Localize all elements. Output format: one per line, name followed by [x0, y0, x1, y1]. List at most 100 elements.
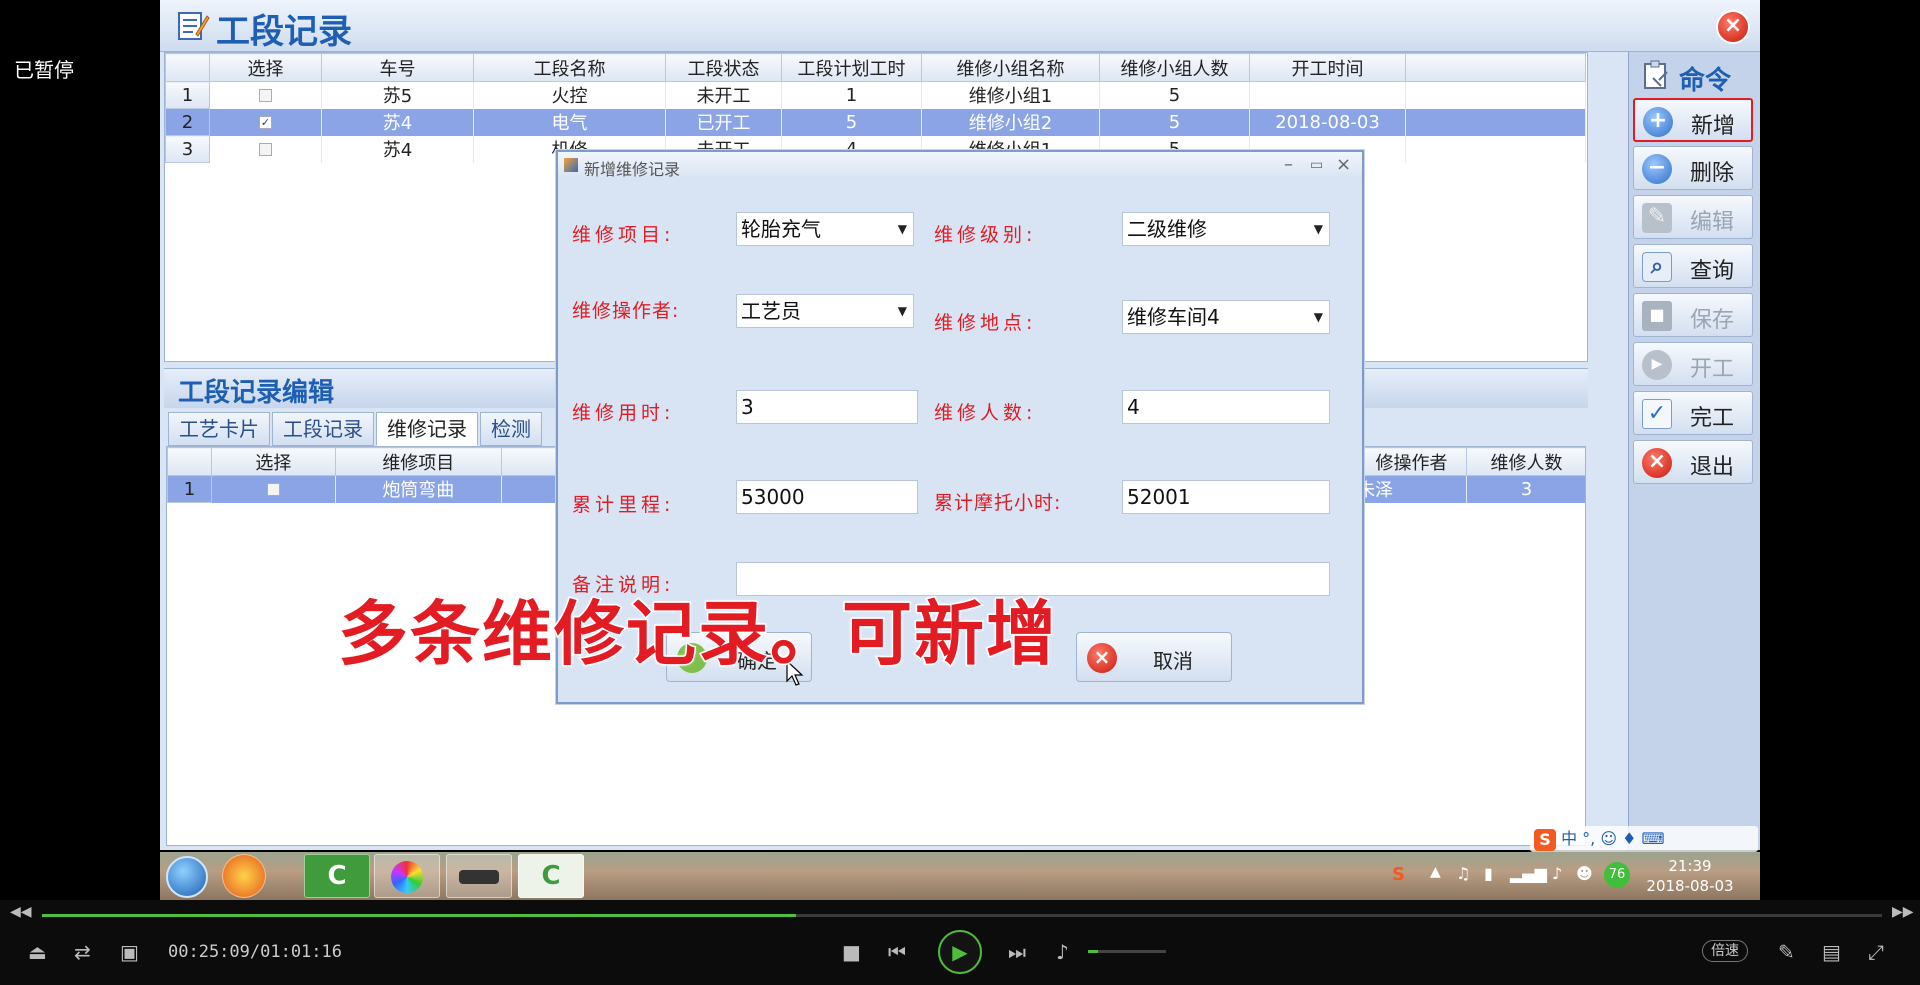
- clipboard-icon: [1644, 60, 1668, 89]
- exit-button[interactable]: × 退出: [1633, 440, 1753, 484]
- fullscreen-icon[interactable]: ⤢: [1868, 940, 1884, 964]
- color-wheel-taskbar-icon[interactable]: [374, 854, 440, 898]
- row-checkbox[interactable]: [259, 143, 272, 156]
- column-header[interactable]: 工段计划工时: [781, 53, 922, 82]
- repair-level-value: 二级维修: [1127, 217, 1207, 241]
- tray-expand-icon[interactable]: ▲: [1430, 864, 1441, 880]
- row-checkbox-cell[interactable]: [209, 81, 322, 109]
- command-panel: 命令 + 新增 − 删除 ✎ 编辑 ⌕ 查询 ■ 保存 ▶ 开工 ✓ 完工 × …: [1628, 52, 1760, 850]
- repair-level-select[interactable]: 二级维修 ▼: [1122, 212, 1330, 246]
- sogou-tray-icon[interactable]: S: [1392, 864, 1405, 885]
- row-checkbox-cell[interactable]: [211, 475, 336, 503]
- security-badge[interactable]: 76: [1604, 862, 1630, 888]
- tab-process-card[interactable]: 工艺卡片: [168, 412, 270, 446]
- camtasia-taskbar-icon[interactable]: C: [304, 854, 370, 898]
- volume-icon[interactable]: ♪: [1056, 940, 1069, 964]
- fast-forward-icon[interactable]: ▶▶: [1892, 904, 1914, 920]
- subtitle-icon[interactable]: ▣: [120, 940, 139, 964]
- play-icon[interactable]: ▶: [938, 930, 982, 974]
- dialog-title: 新增维修记录: [584, 160, 681, 179]
- chevron-down-icon[interactable]: ▼: [898, 295, 907, 327]
- row-checkbox[interactable]: [259, 89, 272, 103]
- app-taskbar-icon[interactable]: [222, 854, 266, 898]
- duration-input[interactable]: 3: [736, 390, 918, 424]
- location-select[interactable]: 维修车间4 ▼: [1122, 300, 1330, 334]
- column-header-people[interactable]: 维修人数: [1466, 447, 1585, 476]
- mileage-input[interactable]: 53000: [736, 480, 918, 514]
- column-header[interactable]: 维修小组名称: [921, 53, 1100, 82]
- sogou-icon[interactable]: S: [1534, 828, 1556, 851]
- row-number: 1: [165, 81, 210, 109]
- add-button[interactable]: + 新增: [1633, 98, 1753, 142]
- tab-repair-record[interactable]: 维修记录: [376, 412, 478, 446]
- toolbox-icon[interactable]: ▤: [1822, 940, 1841, 964]
- operator-select[interactable]: 工艺员 ▼: [736, 294, 914, 328]
- people-count-input[interactable]: 4: [1122, 390, 1330, 424]
- notification-icon[interactable]: ♫: [1456, 864, 1470, 883]
- chevron-down-icon[interactable]: ▼: [898, 213, 907, 245]
- next-icon[interactable]: ⏭: [1008, 940, 1026, 964]
- edit-section-title: 工段记录编辑: [178, 378, 335, 408]
- previous-icon[interactable]: ⏮: [888, 940, 906, 964]
- minimize-icon[interactable]: –: [1284, 154, 1293, 175]
- cancel-button[interactable]: × 取消: [1076, 632, 1232, 682]
- column-header[interactable]: 选择: [209, 53, 322, 82]
- search-button[interactable]: ⌕ 查询: [1633, 244, 1753, 288]
- plus-icon: +: [1643, 107, 1673, 137]
- brush-icon[interactable]: ✎: [1778, 940, 1795, 964]
- rewind-icon[interactable]: ◀◀: [10, 904, 32, 920]
- ime-toolbar[interactable]: S 中 °, ☺ ♦ ⌨: [1530, 826, 1758, 852]
- complete-button[interactable]: ✓ 完工: [1633, 391, 1753, 435]
- dialog-close-icon[interactable]: ×: [1336, 154, 1351, 175]
- maximize-icon[interactable]: ▭: [1310, 157, 1323, 173]
- column-header[interactable]: 维修小组人数: [1099, 53, 1250, 82]
- camtasia-recorder-taskbar-icon[interactable]: C: [518, 854, 584, 898]
- chevron-down-icon[interactable]: ▼: [1314, 213, 1323, 245]
- system-clock[interactable]: 21:39 2018-08-03: [1640, 856, 1740, 896]
- progress-track[interactable]: [42, 914, 1882, 917]
- tab-inspection[interactable]: 检测: [480, 412, 542, 446]
- duration-label: 维修用时:: [572, 402, 675, 424]
- column-header-operator[interactable]: 修操作者: [1356, 447, 1468, 476]
- tank-app-taskbar-icon[interactable]: [446, 854, 512, 898]
- stop-icon[interactable]: ■: [842, 940, 861, 964]
- column-header-repair-item[interactable]: 维修项目: [334, 447, 502, 476]
- motor-hours-input[interactable]: 52001: [1122, 480, 1330, 514]
- row-checkbox-cell[interactable]: ✓: [209, 108, 322, 136]
- column-header[interactable]: 工段状态: [665, 53, 782, 82]
- speed-button[interactable]: 倍速: [1702, 940, 1748, 962]
- column-header[interactable]: 开工时间: [1249, 53, 1406, 82]
- save-icon: ■: [1642, 301, 1672, 331]
- search-icon: ⌕: [1642, 252, 1672, 282]
- location-value: 维修车间4: [1127, 305, 1220, 329]
- tab-section-record[interactable]: 工段记录: [272, 412, 374, 446]
- edit-button[interactable]: ✎ 编辑: [1633, 195, 1753, 239]
- start-work-button[interactable]: ▶ 开工: [1633, 342, 1753, 386]
- operator-value: 工艺员: [741, 299, 801, 323]
- paused-indicator: 已暂停: [14, 58, 74, 82]
- cell-overflow: [1405, 135, 1586, 163]
- qq-icon[interactable]: ☻: [1576, 864, 1593, 883]
- network-icon[interactable]: ▮: [1484, 864, 1493, 883]
- table-row[interactable]: 1 苏5 火控 未开工 1 维修小组1 5: [165, 81, 1586, 109]
- volume-slider[interactable]: [1088, 950, 1166, 953]
- column-header[interactable]: 车号: [321, 53, 474, 82]
- volume-icon[interactable]: ♪: [1552, 864, 1562, 883]
- start-button-icon[interactable]: [166, 856, 208, 898]
- row-checkbox[interactable]: ✓: [259, 116, 272, 129]
- volume-fill: [1088, 950, 1098, 953]
- row-checkbox[interactable]: [266, 483, 280, 497]
- column-header[interactable]: 工段名称: [473, 53, 666, 82]
- loop-icon[interactable]: ⇄: [74, 940, 91, 964]
- close-button[interactable]: ×: [1716, 10, 1750, 44]
- signal-icon[interactable]: ▂▄▆: [1510, 864, 1547, 883]
- cell-car: 苏4: [321, 135, 474, 163]
- delete-button[interactable]: − 删除: [1633, 146, 1753, 190]
- table-row[interactable]: 2 ✓ 苏4 电气 已开工 5 维修小组2 5 2018-08-03: [165, 108, 1586, 136]
- eject-icon[interactable]: ⏏: [28, 940, 47, 964]
- chevron-down-icon[interactable]: ▼: [1314, 301, 1323, 333]
- save-button[interactable]: ■ 保存: [1633, 293, 1753, 337]
- column-header-select[interactable]: 选择: [210, 447, 336, 476]
- row-checkbox-cell[interactable]: [209, 135, 322, 163]
- repair-item-select[interactable]: 轮胎充气 ▼: [736, 212, 914, 246]
